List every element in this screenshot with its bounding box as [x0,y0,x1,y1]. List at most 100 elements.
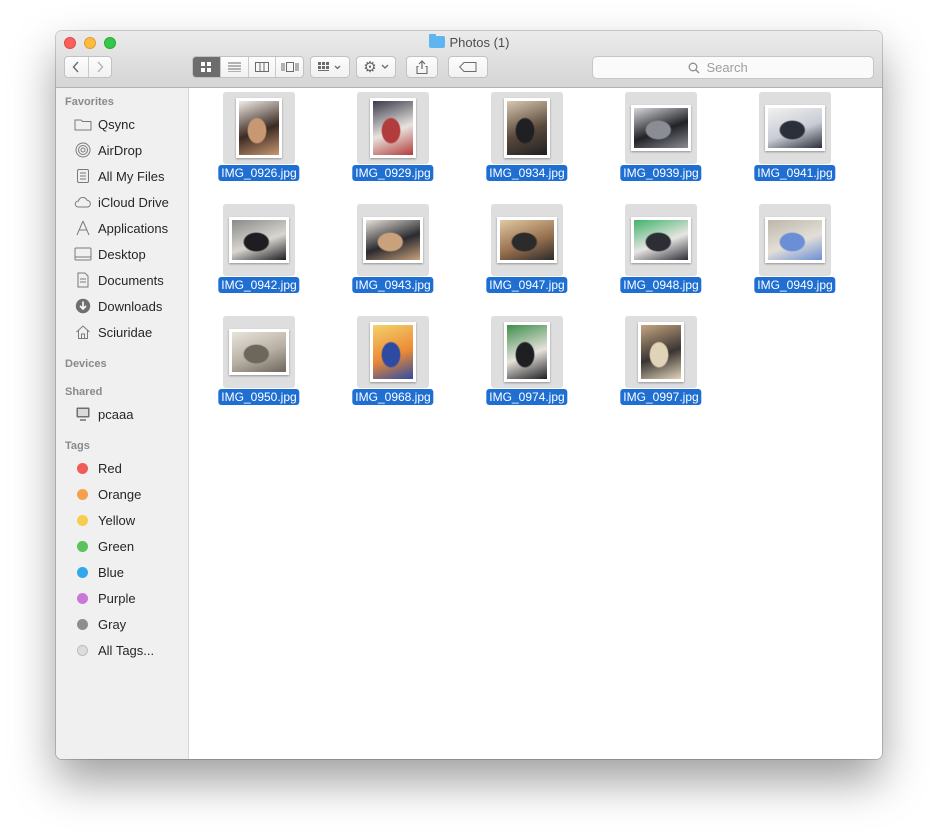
sidebar-item-label: pcaaa [98,406,134,422]
file-item[interactable]: IMG_0950.jpg [209,316,309,416]
sidebar-item-all-my-files[interactable]: All My Files [74,165,164,187]
all-files-icon [74,168,92,184]
file-item[interactable]: IMG_0926.jpg [209,92,309,192]
file-item[interactable]: IMG_0997.jpg [611,316,711,416]
tag-gray[interactable]: Gray [74,613,126,635]
file-name-label: IMG_0974.jpg [486,389,568,405]
red-tag-icon [77,462,88,474]
sidebar-item-documents[interactable]: Documents [74,269,164,291]
sidebar: Favorites Qsync AirDrop All My Files iCl… [56,88,189,759]
sidebar-item-downloads[interactable]: Downloads [74,295,162,317]
photo-thumbnail [370,322,416,382]
grid-icon [201,62,212,72]
file-item[interactable]: IMG_0968.jpg [343,316,443,416]
gray-tag-icon [77,618,88,630]
file-name-label: IMG_0997.jpg [620,389,702,405]
share-button[interactable] [406,56,438,78]
file-name-label: IMG_0947.jpg [486,277,568,293]
sidebar-item-label: AirDrop [98,142,143,158]
tag-label: Red [98,460,122,476]
file-item[interactable]: IMG_0947.jpg [477,204,577,304]
tag-label: Gray [98,616,127,632]
chevron-down-icon [381,64,389,69]
file-name-label: IMG_0942.jpg [218,277,300,293]
search-icon [688,62,699,73]
folder-icon [428,34,445,48]
tag-label: Blue [98,564,125,580]
tag-label: Orange [98,486,142,502]
file-name-label: IMG_0968.jpg [352,389,434,405]
tag-orange[interactable]: Orange [74,483,141,505]
tag-label: All Tags... [98,642,155,658]
columns-icon [254,62,269,72]
file-name-label: IMG_0949.jpg [754,277,836,293]
sidebar-item-pcaaa[interactable]: pcaaa [74,403,133,425]
sidebar-item-airdrop[interactable]: AirDrop [74,139,142,161]
chevron-right-icon [97,61,104,73]
file-item[interactable]: IMG_0974.jpg [477,316,577,416]
file-item[interactable]: IMG_0948.jpg [611,204,711,304]
tag-label: Purple [98,590,136,606]
sidebar-item-sciuridae[interactable]: Sciuridae [74,321,152,343]
file-item[interactable]: IMG_0929.jpg [343,92,443,192]
tag-purple[interactable]: Purple [74,587,136,609]
finder-window: Photos (1) ⚙ Search Favorites Qsync AirD… [56,31,882,759]
cover-flow-button[interactable] [276,57,303,77]
action-button[interactable]: ⚙ [356,56,396,78]
forward-button[interactable] [89,57,112,77]
photo-thumbnail [504,98,550,158]
file-item[interactable]: IMG_0942.jpg [209,204,309,304]
icon-view-button[interactable] [193,57,221,77]
tag-green[interactable]: Green [74,535,134,557]
tag-icon [459,62,477,72]
sidebar-item-desktop[interactable]: Desktop [74,243,146,265]
all-tags-icon [77,644,88,656]
favorites-header: Favorites [65,96,114,108]
view-mode-selector [192,56,304,78]
green-tag-icon [77,540,88,552]
desktop-icon [74,246,92,262]
tag-button[interactable] [448,56,488,78]
folder-icon [74,116,92,132]
sidebar-item-label: Sciuridae [98,324,153,340]
sidebar-item-qsync[interactable]: Qsync [74,113,135,135]
arrange-button[interactable] [310,56,350,78]
tag-all-tags[interactable]: All Tags... [74,639,154,661]
file-item[interactable]: IMG_0949.jpg [745,204,845,304]
file-name-label: IMG_0950.jpg [218,389,300,405]
photo-thumbnail [370,98,416,158]
photo-thumbnail [765,105,825,151]
title-bar: Photos (1) ⚙ Search [56,31,882,88]
photo-thumbnail [236,98,282,158]
file-name-label: IMG_0941.jpg [754,165,836,181]
photo-thumbnail [229,329,289,375]
search-input[interactable] [704,59,779,76]
tag-red[interactable]: Red [74,457,122,479]
tag-yellow[interactable]: Yellow [74,509,135,531]
photo-thumbnail [229,217,289,263]
sidebar-item-label: Downloads [98,298,163,314]
file-item[interactable]: IMG_0934.jpg [477,92,577,192]
devices-header: Devices [65,358,107,370]
file-item[interactable]: IMG_0939.jpg [611,92,711,192]
file-name-label: IMG_0926.jpg [218,165,300,181]
share-icon [416,60,428,74]
tag-blue[interactable]: Blue [74,561,124,583]
file-item[interactable]: IMG_0943.jpg [343,204,443,304]
back-button[interactable] [65,57,89,77]
downloads-icon [74,298,92,314]
search-field[interactable] [592,56,874,79]
list-view-button[interactable] [221,57,249,77]
sidebar-item-applications[interactable]: Applications [74,217,168,239]
column-view-button[interactable] [249,57,277,77]
home-icon [74,324,92,340]
photo-thumbnail [497,217,557,263]
sidebar-item-icloud-drive[interactable]: iCloud Drive [74,191,169,213]
file-item[interactable]: IMG_0941.jpg [745,92,845,192]
purple-tag-icon [77,592,88,604]
tag-label: Green [98,538,135,554]
chevron-left-icon [72,61,79,73]
yellow-tag-icon [77,514,88,526]
sidebar-item-label: Documents [98,272,164,288]
cloud-icon [74,194,92,210]
